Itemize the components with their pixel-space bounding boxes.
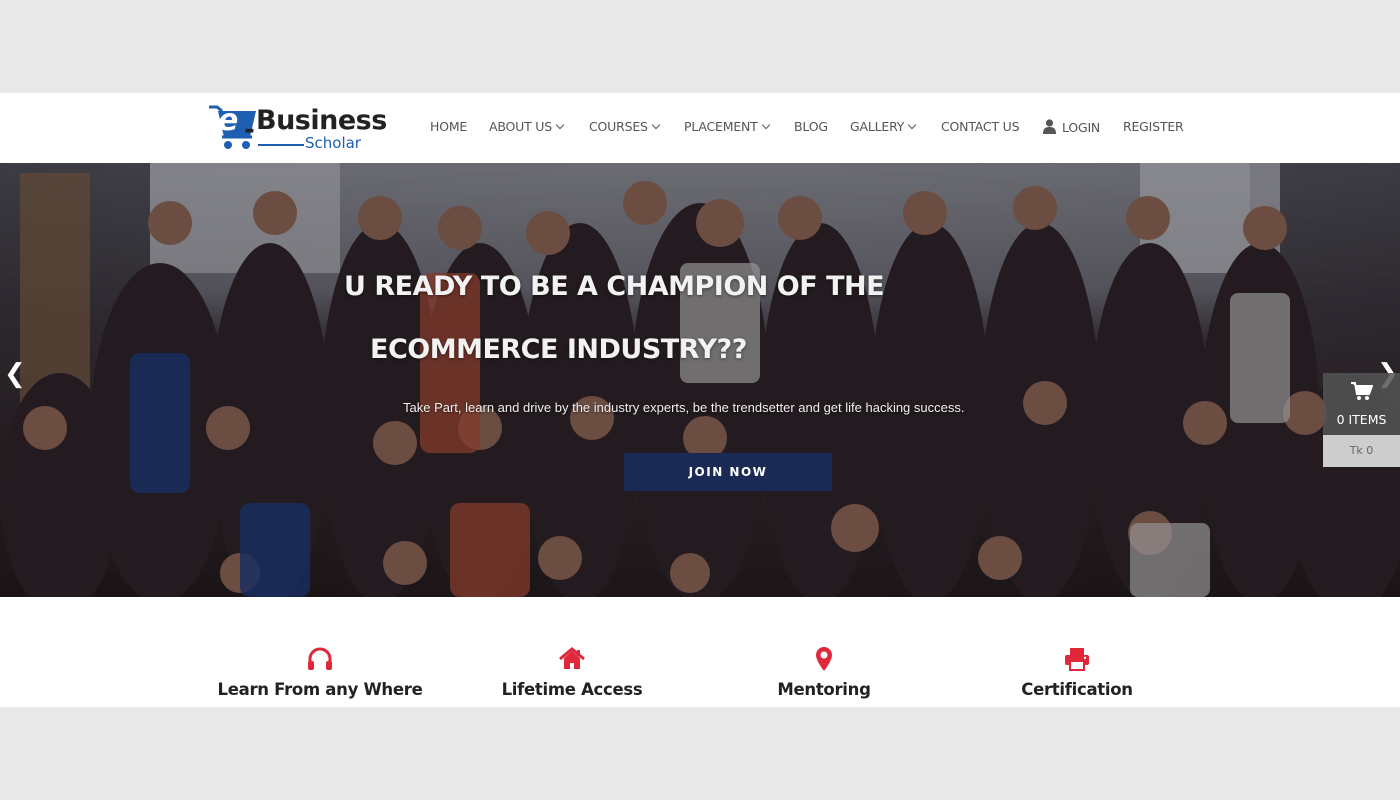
hero-slider: U READY TO BE A CHAMPION OF THE ECOMMERC… bbox=[0, 163, 1400, 597]
page: e - Business Scholar HOME ABOUT US COURS… bbox=[0, 0, 1400, 800]
feature-title: Mentoring bbox=[777, 680, 871, 699]
nav-login-label: LOGIN bbox=[1062, 120, 1101, 135]
feature-lifetime-access: Lifetime Access bbox=[452, 597, 692, 707]
nav-gallery-label: GALLERY bbox=[850, 119, 905, 134]
nav-register[interactable]: REGISTER bbox=[1123, 119, 1184, 134]
nav-contact-us-label: CONTACT US bbox=[941, 119, 1020, 134]
hero-subtitle: Take Part, learn and drive by the indust… bbox=[403, 400, 965, 415]
nav-courses-label: COURSES bbox=[589, 119, 648, 134]
feature-title: Learn From any Where bbox=[217, 680, 423, 699]
slider-prev-arrow-icon[interactable]: ❮ bbox=[4, 359, 26, 389]
nav-login[interactable]: LOGIN bbox=[1043, 119, 1100, 135]
feature-title: Lifetime Access bbox=[501, 680, 643, 699]
chevron-down-icon bbox=[907, 120, 917, 130]
feature-icon-wrap bbox=[452, 647, 692, 671]
nav-register-label: REGISTER bbox=[1123, 119, 1184, 134]
join-now-button[interactable]: JOIN NOW bbox=[624, 453, 832, 491]
nav-blog-label: BLOG bbox=[794, 119, 828, 134]
nav-about-us[interactable]: ABOUT US bbox=[489, 119, 565, 134]
nav-gallery[interactable]: GALLERY bbox=[850, 119, 917, 134]
feature-mentoring: Mentoring bbox=[704, 597, 944, 707]
main-nav: HOME ABOUT US COURSES PLACEMENT BLOG GAL… bbox=[0, 93, 1400, 163]
hero-title-line-1: U READY TO BE A CHAMPION OF THE bbox=[344, 271, 885, 302]
feature-icon-wrap bbox=[957, 647, 1197, 671]
cart-total: Tk 0 bbox=[1323, 435, 1400, 467]
feature-icon-wrap bbox=[704, 647, 944, 671]
nav-home-label: HOME bbox=[430, 119, 468, 134]
map-marker-icon bbox=[816, 647, 832, 671]
nav-about-us-label: ABOUT US bbox=[489, 119, 552, 134]
cart-items-count: 0 ITEMS bbox=[1336, 412, 1387, 427]
feature-title: Certification bbox=[1021, 680, 1133, 699]
nav-contact-us[interactable]: CONTACT US bbox=[941, 119, 1020, 134]
feature-learn-anywhere: Learn From any Where bbox=[200, 597, 440, 707]
mini-cart-top: 0 ITEMS bbox=[1323, 373, 1400, 435]
nav-blog[interactable]: BLOG bbox=[794, 119, 828, 134]
hero-dark-overlay bbox=[0, 163, 1400, 597]
shopping-cart-icon bbox=[1351, 382, 1373, 400]
hero-title-line-2: ECOMMERCE INDUSTRY?? bbox=[370, 334, 747, 365]
nav-home[interactable]: HOME bbox=[430, 119, 467, 134]
printer-icon bbox=[1065, 648, 1089, 671]
home-icon bbox=[559, 647, 585, 669]
features-row: Learn From any Where Lifetime Access Men… bbox=[0, 597, 1400, 707]
feature-icon-wrap bbox=[200, 647, 440, 671]
feature-certification: Certification bbox=[957, 597, 1197, 707]
user-icon bbox=[1043, 119, 1056, 134]
chevron-down-icon bbox=[555, 120, 565, 130]
nav-courses[interactable]: COURSES bbox=[589, 119, 661, 134]
nav-placement-label: PLACEMENT bbox=[684, 119, 758, 134]
chevron-down-icon bbox=[761, 120, 770, 130]
chevron-down-icon bbox=[651, 120, 661, 130]
headphones-icon bbox=[308, 647, 332, 670]
mini-cart-widget[interactable]: 0 ITEMS Tk 0 bbox=[1323, 373, 1400, 467]
site-header: e - Business Scholar HOME ABOUT US COURS… bbox=[0, 93, 1400, 163]
nav-placement[interactable]: PLACEMENT bbox=[684, 119, 770, 134]
